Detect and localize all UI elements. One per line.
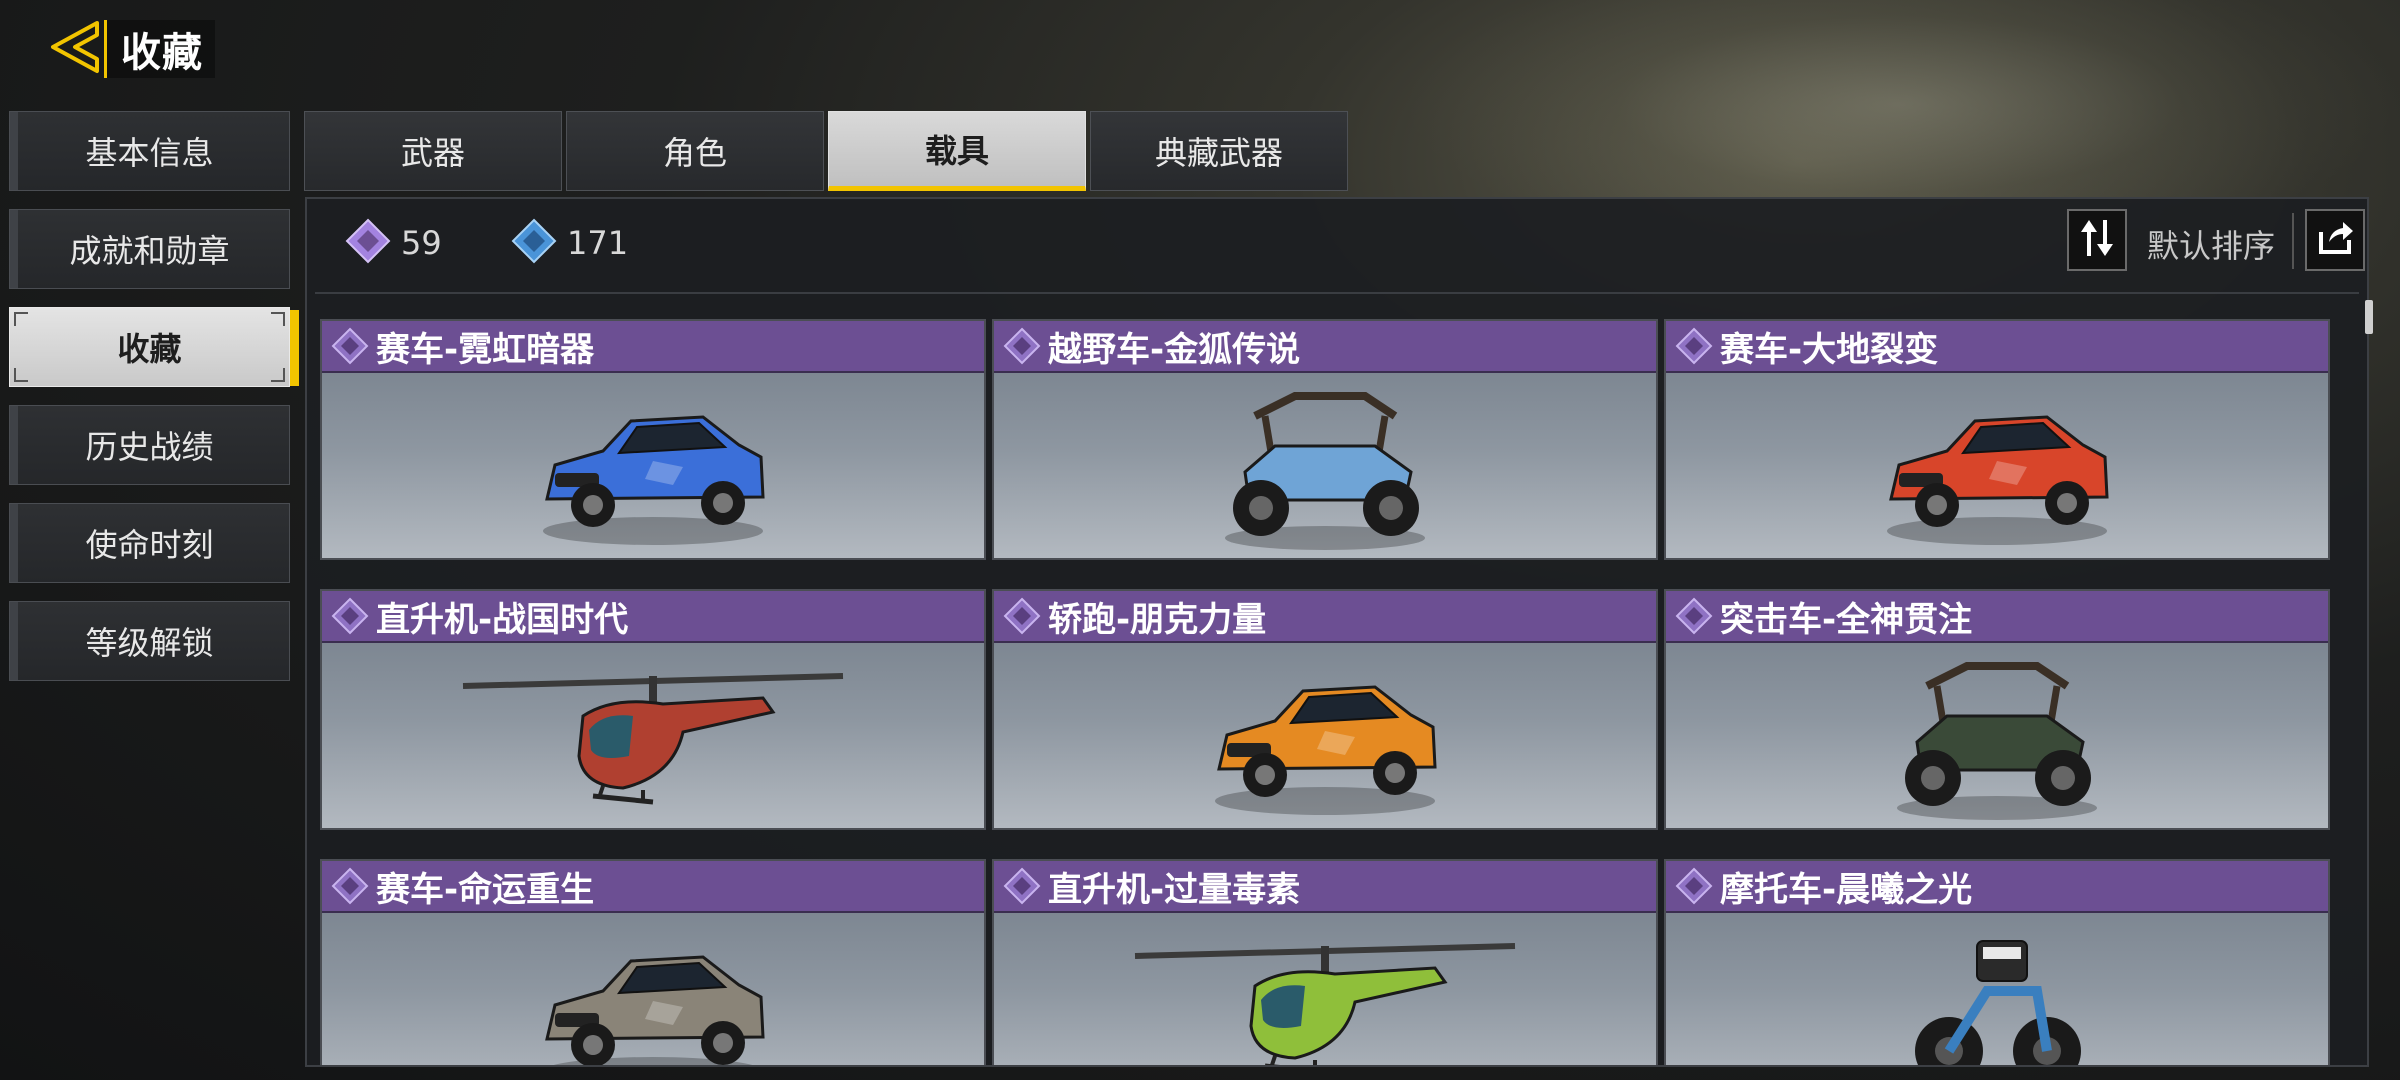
corner-mark	[14, 368, 28, 382]
corner-mark	[271, 368, 285, 382]
card-title: 赛车-霓虹暗器	[376, 329, 595, 370]
rarity-icon	[1672, 864, 1716, 908]
purple-count: 59	[401, 224, 442, 262]
page-title-box: 收藏	[104, 20, 215, 78]
back-button[interactable]	[40, 18, 110, 80]
card-header: 赛车-命运重生	[322, 861, 984, 913]
rarity-icon	[1000, 594, 1044, 638]
car-image	[1666, 373, 2328, 558]
blue-count: 171	[567, 224, 629, 262]
rarity-icon	[1672, 594, 1716, 638]
card-title: 赛车-大地裂变	[1720, 329, 1939, 370]
rarity-icon	[328, 864, 372, 908]
vehicle-card[interactable]: 赛车-大地裂变	[1664, 319, 2330, 560]
card-header: 轿跑-朋克力量	[994, 591, 1656, 643]
rarity-icon	[328, 594, 372, 638]
card-title: 轿跑-朋克力量	[1048, 599, 1267, 640]
tab-weapons[interactable]: 武器	[304, 111, 562, 191]
card-title: 越野车-金狐传说	[1048, 329, 1301, 370]
sidebar-item-label: 成就和勋章	[69, 232, 230, 270]
rarity-icon	[1672, 324, 1716, 368]
buggy-image	[1666, 643, 2328, 828]
blue-count-stat: 171	[511, 218, 629, 268]
helicopter-image	[994, 913, 1656, 1065]
tab-label: 角色	[662, 134, 727, 172]
sort-arrows-icon	[2079, 218, 2115, 262]
vehicle-card[interactable]: 突击车-全神贯注	[1664, 589, 2330, 830]
sidebar-item-label: 基本信息	[85, 134, 214, 172]
page-title: 收藏	[121, 30, 203, 76]
vehicle-card[interactable]: 赛车-命运重生	[320, 859, 986, 1065]
divider	[2292, 213, 2294, 269]
car-image	[322, 373, 984, 558]
sidebar-item-label: 等级解锁	[85, 624, 214, 662]
card-title: 直升机-过量毒素	[1048, 869, 1301, 910]
sidebar-item-basic-info[interactable]: 基本信息	[9, 111, 290, 191]
card-title: 突击车-全神贯注	[1720, 599, 1973, 640]
card-header: 直升机-战国时代	[322, 591, 984, 643]
share-button[interactable]	[2305, 209, 2365, 271]
car-image	[994, 643, 1656, 828]
helicopter-image	[322, 643, 984, 828]
tab-label: 典藏武器	[1154, 134, 1283, 172]
corner-mark	[271, 312, 285, 326]
card-header: 直升机-过量毒素	[994, 861, 1656, 913]
sidebar-item-label: 历史战绩	[85, 428, 214, 466]
sidebar-item-moments[interactable]: 使命时刻	[9, 503, 290, 583]
vehicle-card[interactable]: 越野车-金狐传说	[992, 319, 1658, 560]
sidebar-item-level-unlock[interactable]: 等级解锁	[9, 601, 290, 681]
blue-diamond-icon	[511, 218, 557, 268]
tab-label: 武器	[400, 134, 465, 172]
card-title: 摩托车-晨曦之光	[1720, 869, 1973, 910]
tab-vehicles[interactable]: 载具	[828, 111, 1086, 191]
stats-divider	[315, 292, 2359, 294]
vehicle-card[interactable]: 直升机-过量毒素	[992, 859, 1658, 1065]
rarity-icon	[328, 324, 372, 368]
scrollbar[interactable]	[2365, 300, 2373, 334]
sort-toggle-button[interactable]	[2067, 209, 2127, 271]
card-title: 直升机-战国时代	[376, 599, 629, 640]
sidebar-item-achievements[interactable]: 成就和勋章	[9, 209, 290, 289]
corner-mark	[14, 312, 28, 326]
vehicle-card[interactable]: 摩托车-晨曦之光	[1664, 859, 2330, 1065]
card-header: 突击车-全神贯注	[1666, 591, 2328, 643]
tab-label: 载具	[924, 132, 989, 170]
vehicle-card[interactable]: 轿跑-朋克力量	[992, 589, 1658, 830]
card-header: 赛车-大地裂变	[1666, 321, 2328, 373]
card-title: 赛车-命运重生	[376, 869, 595, 910]
vehicle-card[interactable]: 直升机-战国时代	[320, 589, 986, 830]
card-header: 赛车-霓虹暗器	[322, 321, 984, 373]
sidebar-item-collection[interactable]: 收藏	[9, 307, 299, 387]
sidebar-item-label: 收藏	[117, 330, 182, 368]
back-arrow-icon	[45, 17, 105, 81]
tab-collector-weapons[interactable]: 典藏武器	[1090, 111, 1348, 191]
share-icon	[2315, 218, 2355, 262]
buggy-image	[994, 373, 1656, 558]
purple-diamond-icon	[345, 218, 391, 268]
motorcycle-image	[1666, 913, 2328, 1065]
rarity-icon	[1000, 324, 1044, 368]
card-header: 摩托车-晨曦之光	[1666, 861, 2328, 913]
car-image	[322, 913, 984, 1065]
collection-panel: 59 171 默认排序 赛车-霓虹暗器 越野车-金狐传说 赛车-大地裂变 直升机…	[305, 197, 2369, 1067]
stats-bar: 59 171 默认排序	[307, 199, 2367, 291]
purple-count-stat: 59	[345, 218, 442, 268]
sidebar-item-label: 使命时刻	[85, 526, 214, 564]
vehicle-card[interactable]: 赛车-霓虹暗器	[320, 319, 986, 560]
sort-label[interactable]: 默认排序	[2147, 221, 2275, 267]
tab-characters[interactable]: 角色	[566, 111, 824, 191]
sidebar-item-history[interactable]: 历史战绩	[9, 405, 290, 485]
rarity-icon	[1000, 864, 1044, 908]
card-header: 越野车-金狐传说	[994, 321, 1656, 373]
